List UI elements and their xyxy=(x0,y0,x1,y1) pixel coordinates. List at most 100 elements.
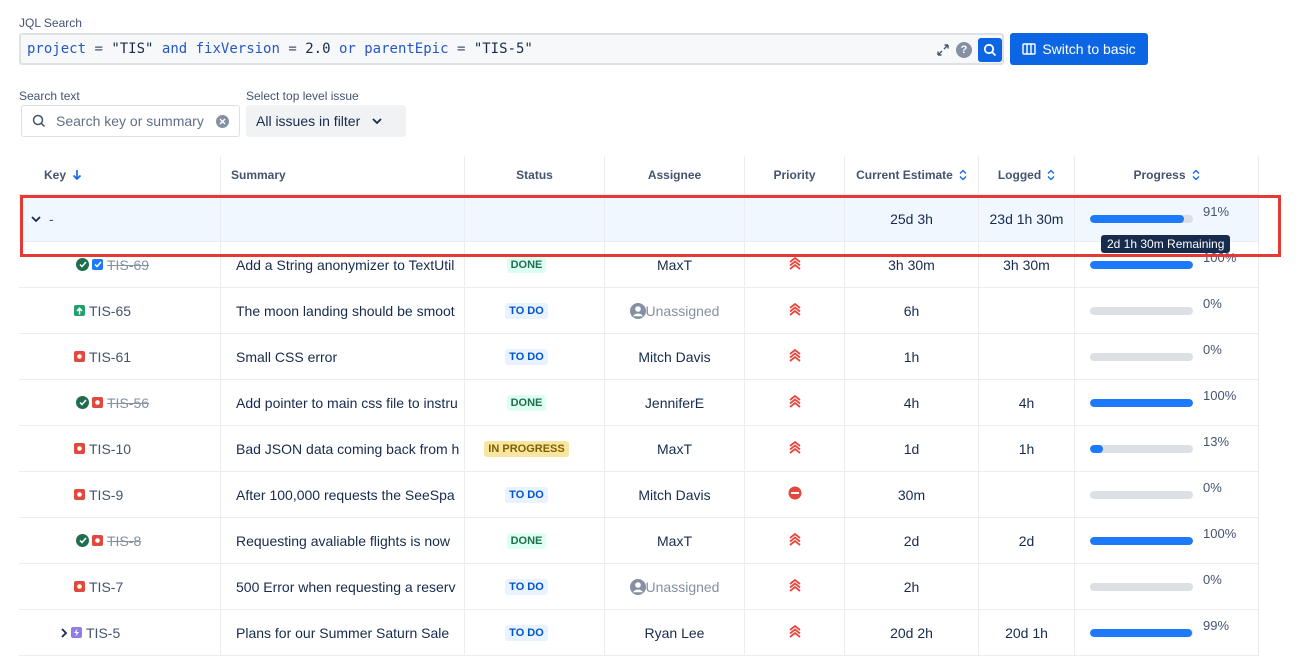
top-level-label: Select top level issue xyxy=(246,89,359,103)
bug-icon xyxy=(92,397,103,408)
current-estimate: 2d xyxy=(903,532,920,549)
status-lozenge: TO DO xyxy=(505,302,548,319)
issue-key[interactable]: TIS-10 xyxy=(89,441,131,457)
column-progress-label: Progress xyxy=(1133,168,1186,182)
issue-summary[interactable]: Small CSS error xyxy=(236,349,337,365)
avatar-icon xyxy=(629,578,646,595)
jql-token: = xyxy=(279,41,306,57)
resolved-check-icon xyxy=(76,258,89,271)
column-summary[interactable]: Summary xyxy=(221,156,465,194)
jql-label: JQL Search xyxy=(19,16,82,30)
issue-summary[interactable]: Bad JSON data coming back from h xyxy=(236,441,459,457)
help-icon[interactable]: ? xyxy=(956,42,972,58)
issue-key[interactable]: TIS-8 xyxy=(107,533,141,549)
chevron-down-icon xyxy=(372,118,382,124)
column-assignee[interactable]: Assignee xyxy=(605,156,745,194)
current-estimate: 1d xyxy=(903,440,920,457)
column-assignee-label: Assignee xyxy=(647,168,702,182)
bug-icon xyxy=(74,351,85,362)
search-text-label: Search text xyxy=(19,89,80,103)
highest-priority-icon xyxy=(788,440,802,457)
table-row[interactable]: TIS-61 Small CSS error TO DO Mitch Davis 1h 0… xyxy=(19,334,1259,380)
top-level-value: All issues in filter xyxy=(256,113,361,129)
expand-icon[interactable] xyxy=(936,43,950,57)
issue-key[interactable]: TIS-5 xyxy=(86,625,120,641)
column-logged-label: Logged xyxy=(997,168,1042,182)
progress-percent: 99% xyxy=(1203,618,1230,633)
search-button[interactable] xyxy=(978,38,1002,62)
highest-priority-icon xyxy=(788,532,802,549)
table-row[interactable]: TIS-9 After 100,000 requests the SeeSpa TO… xyxy=(19,472,1259,518)
jql-input[interactable]: project = "TIS" and fixVersion = 2.0 or … xyxy=(19,33,1004,65)
column-logged[interactable]: Logged xyxy=(979,156,1075,194)
logged-time: 1h xyxy=(1018,440,1035,457)
logged-time: 20d 1h xyxy=(1005,624,1048,641)
sort-icon xyxy=(1047,169,1055,181)
issue-summary[interactable]: Plans for our Summer Saturn Sale xyxy=(236,625,449,641)
jql-token: = xyxy=(448,41,474,57)
arrow-down-icon xyxy=(72,170,82,181)
switch-label: Switch to basic xyxy=(1042,41,1136,57)
bug-icon xyxy=(92,535,103,546)
table-row[interactable]: TIS-65 The moon landing should be smoot TO… xyxy=(19,288,1259,334)
issue-key[interactable]: TIS-7 xyxy=(89,579,123,595)
status-lozenge: DONE xyxy=(506,256,547,273)
search-icon xyxy=(983,43,997,57)
progress-bar xyxy=(1090,398,1193,407)
jql-token: "TIS-5" xyxy=(473,41,533,57)
search-placeholder: Search key or summary xyxy=(56,113,204,129)
table-header: Key Summary Status Assignee Priority Cur… xyxy=(19,156,1259,196)
issue-summary[interactable]: Add a String anonymizer to TextUtil xyxy=(236,257,454,273)
progress-bar xyxy=(1090,444,1193,453)
table-row[interactable]: TIS-10 Bad JSON data coming back from h IN… xyxy=(19,426,1259,472)
issue-summary[interactable]: Requesting avaliable flights is now xyxy=(236,533,450,549)
search-input[interactable]: Search key or summary xyxy=(21,105,240,137)
progress-bar xyxy=(1090,582,1193,591)
column-estimate[interactable]: Current Estimate xyxy=(845,156,979,194)
top-level-select[interactable]: All issues in filter xyxy=(246,105,406,137)
assignee-name: Mitch Davis xyxy=(638,486,711,503)
progress-percent: 0% xyxy=(1203,572,1222,587)
clear-icon[interactable] xyxy=(216,114,229,128)
column-key[interactable]: Key xyxy=(19,156,221,194)
sort-icon xyxy=(959,169,967,181)
issue-key[interactable]: TIS-61 xyxy=(89,349,131,365)
resolved-check-icon xyxy=(76,396,89,409)
table-row[interactable]: TIS-8 Requesting avaliable flights is now… xyxy=(19,518,1259,564)
issue-summary[interactable]: After 100,000 requests the SeeSpa xyxy=(236,487,455,503)
status-lozenge: TO DO xyxy=(505,348,548,365)
column-status[interactable]: Status xyxy=(465,156,605,194)
column-priority-label: Priority xyxy=(773,168,816,182)
issue-key[interactable]: TIS-56 xyxy=(107,395,149,411)
current-estimate: 4h xyxy=(903,394,920,411)
column-priority[interactable]: Priority xyxy=(745,156,845,194)
table-row[interactable]: TIS-5 Plans for our Summer Saturn Sale TO … xyxy=(19,610,1259,656)
highest-priority-icon xyxy=(788,624,802,641)
current-estimate: 30m xyxy=(897,486,926,503)
issue-key[interactable]: TIS-9 xyxy=(89,487,123,503)
current-estimate: 6h xyxy=(903,302,920,319)
assignee-name: MaxT xyxy=(657,256,692,273)
current-estimate: 3h 30m xyxy=(888,256,935,273)
jql-token: parentEpic xyxy=(364,41,449,57)
table-row[interactable]: TIS-7 500 Error when requesting a reserv T… xyxy=(19,564,1259,610)
progress-bar xyxy=(1090,628,1193,637)
issue-key[interactable]: TIS-69 xyxy=(107,257,149,273)
assignee-name: MaxT xyxy=(657,440,692,457)
issue-key[interactable]: TIS-65 xyxy=(89,303,131,319)
column-key-label: Key xyxy=(44,168,67,182)
avatar-icon xyxy=(629,302,646,319)
column-progress[interactable]: Progress xyxy=(1075,156,1259,194)
bug-icon xyxy=(74,581,85,592)
issue-summary[interactable]: 500 Error when requesting a reserv xyxy=(236,579,455,595)
highest-priority-icon xyxy=(788,348,802,365)
issue-summary[interactable]: Add pointer to main css file to instru xyxy=(236,395,458,411)
issue-summary[interactable]: The moon landing should be smoot xyxy=(236,303,455,319)
table-row[interactable]: TIS-56 Add pointer to main css file to in… xyxy=(19,380,1259,426)
highest-priority-icon xyxy=(788,394,802,411)
chevron-right-icon[interactable] xyxy=(61,627,67,638)
highest-priority-icon xyxy=(788,256,802,273)
status-lozenge: DONE xyxy=(506,532,547,549)
sort-icon xyxy=(1192,169,1199,181)
switch-to-basic-button[interactable]: Switch to basic xyxy=(1010,33,1148,65)
